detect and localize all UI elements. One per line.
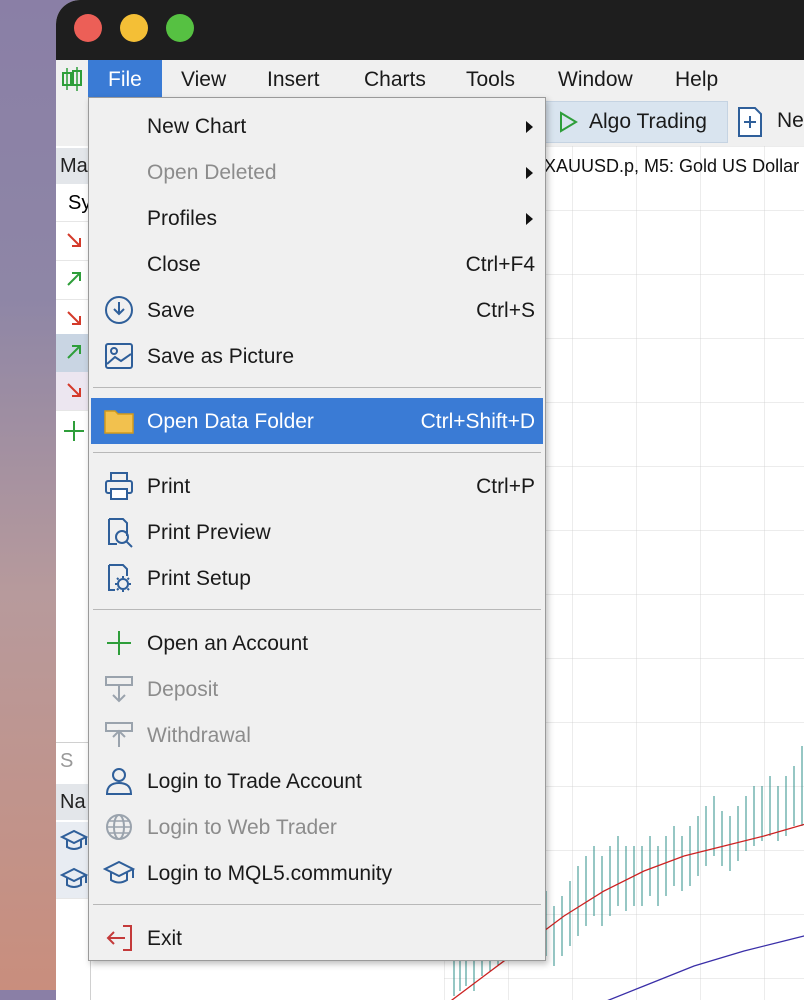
menu-separator — [93, 904, 541, 905]
menu-window[interactable]: Window — [558, 60, 633, 98]
menu-view[interactable]: View — [181, 60, 226, 98]
menu-separator — [93, 452, 541, 453]
arrow-up-icon — [67, 272, 81, 286]
menu-bar: File View Insert Charts Tools Window Hel… — [56, 60, 804, 99]
menu-item-print-preview[interactable]: Print Preview — [91, 509, 543, 555]
arrow-down-icon — [67, 311, 81, 325]
deposit-icon — [105, 676, 133, 703]
list-item[interactable] — [56, 822, 90, 861]
candlestick-icon[interactable] — [60, 65, 84, 93]
menu-item-label: Profiles — [147, 207, 218, 230]
menu-item-login-to-trade-account[interactable]: Login to Trade Account — [91, 758, 543, 804]
menu-item-label: Login to MQL5.community — [147, 862, 393, 885]
globe-icon — [106, 814, 132, 840]
market-watch-header: Ma — [56, 148, 90, 184]
menu-item-label: Open Deleted — [147, 161, 277, 184]
navigator-tab[interactable]: S — [56, 742, 90, 778]
menu-file[interactable]: File — [88, 60, 162, 98]
menu-insert[interactable]: Insert — [267, 60, 320, 98]
arrow-down-icon — [67, 383, 81, 397]
graduation-cap-icon — [103, 860, 135, 884]
menu-separator — [93, 387, 541, 388]
menu-charts[interactable]: Charts — [364, 60, 426, 98]
menu-separator — [93, 609, 541, 610]
play-icon — [560, 111, 578, 133]
menu-item-new-chart[interactable]: New Chart — [91, 103, 543, 149]
menu-item-deposit: Deposit — [91, 666, 543, 712]
print-setup-icon — [108, 564, 131, 592]
menu-item-label: Login to Trade Account — [147, 770, 362, 793]
minimize-window-button[interactable] — [120, 14, 148, 42]
new-order-label[interactable]: Ne — [777, 109, 804, 133]
arrow-up-icon — [67, 345, 81, 359]
list-item[interactable] — [56, 372, 90, 411]
list-item[interactable] — [56, 222, 90, 261]
shortcut-label: Ctrl+S — [476, 299, 535, 322]
file-menu-dropdown: New Chart Open Deleted Profiles Close Ctrl+F… — [88, 97, 546, 961]
menu-item-open-data-folder[interactable]: Open Data Folder Ctrl+Shift+D — [91, 398, 543, 444]
user-icon — [105, 768, 133, 795]
menu-item-print[interactable]: Print Ctrl+P — [91, 463, 543, 509]
menu-item-label: New Chart — [147, 115, 247, 138]
shortcut-label: Ctrl+P — [476, 475, 535, 498]
add-symbol-row[interactable] — [56, 412, 90, 450]
menu-item-print-setup[interactable]: Print Setup — [91, 555, 543, 601]
menu-item-label: Close — [147, 253, 201, 276]
menu-item-label: Deposit — [147, 678, 219, 701]
list-item[interactable] — [56, 860, 90, 899]
menu-item-label: Exit — [147, 927, 183, 950]
menu-item-label: Print Preview — [147, 521, 271, 544]
menu-item-label: Withdrawal — [147, 724, 251, 747]
menu-item-login-to-mql5-community[interactable]: Login to MQL5.community — [91, 850, 543, 896]
maximize-window-button[interactable] — [166, 14, 194, 42]
menu-item-login-to-web-trader: Login to Web Trader — [91, 804, 543, 850]
submenu-arrow-icon — [526, 121, 533, 133]
menu-item-exit[interactable]: Exit — [91, 915, 543, 961]
printer-icon — [105, 472, 133, 500]
menu-item-close[interactable]: Close Ctrl+F4 — [91, 241, 543, 287]
menu-item-label: Print Setup — [147, 567, 251, 590]
market-watch-panel: Ma Sy S Na — [56, 146, 91, 1000]
submenu-arrow-icon — [526, 167, 533, 179]
menu-item-open-deleted: Open Deleted — [91, 149, 543, 195]
menu-item-profiles[interactable]: Profiles — [91, 195, 543, 241]
close-window-button[interactable] — [74, 14, 102, 42]
save-icon — [105, 296, 133, 324]
arrow-down-icon — [67, 233, 81, 247]
shortcut-label: Ctrl+Shift+D — [420, 410, 535, 433]
list-item[interactable] — [56, 334, 90, 373]
menu-item-withdrawal: Withdrawal — [91, 712, 543, 758]
title-bar — [56, 0, 804, 60]
menu-help[interactable]: Help — [675, 60, 718, 98]
plus-icon — [64, 421, 84, 441]
exit-icon — [106, 925, 132, 951]
symbol-column-header[interactable]: Sy — [56, 184, 91, 222]
shortcut-label: Ctrl+F4 — [465, 253, 535, 276]
menu-item-open-an-account[interactable]: Open an Account — [91, 620, 543, 666]
plus-icon — [107, 631, 131, 655]
menu-item-save-as-picture[interactable]: Save as Picture — [91, 333, 543, 379]
graduation-cap-icon — [60, 867, 88, 888]
menu-item-label: Save as Picture — [147, 345, 295, 368]
menu-item-label: Print — [147, 475, 191, 498]
menu-item-save[interactable]: Save Ctrl+S — [91, 287, 543, 333]
folder-icon — [104, 410, 134, 434]
menu-tools[interactable]: Tools — [466, 60, 515, 98]
print-preview-icon — [108, 518, 133, 548]
menu-item-label: Open Data Folder — [147, 410, 314, 433]
menu-item-label: Login to Web Trader — [147, 816, 337, 839]
navigator-header: Na — [56, 784, 90, 820]
new-order-icon[interactable] — [737, 106, 763, 138]
submenu-arrow-icon — [526, 213, 533, 225]
withdrawal-icon — [105, 722, 133, 747]
graduation-cap-icon — [60, 829, 88, 850]
picture-icon — [105, 343, 133, 369]
algo-trading-button[interactable]: Algo Trading — [544, 101, 728, 143]
list-item[interactable] — [56, 261, 90, 300]
menu-item-label: Save — [147, 299, 195, 322]
menu-item-label: Open an Account — [147, 632, 309, 655]
algo-trading-label: Algo Trading — [589, 110, 707, 133]
